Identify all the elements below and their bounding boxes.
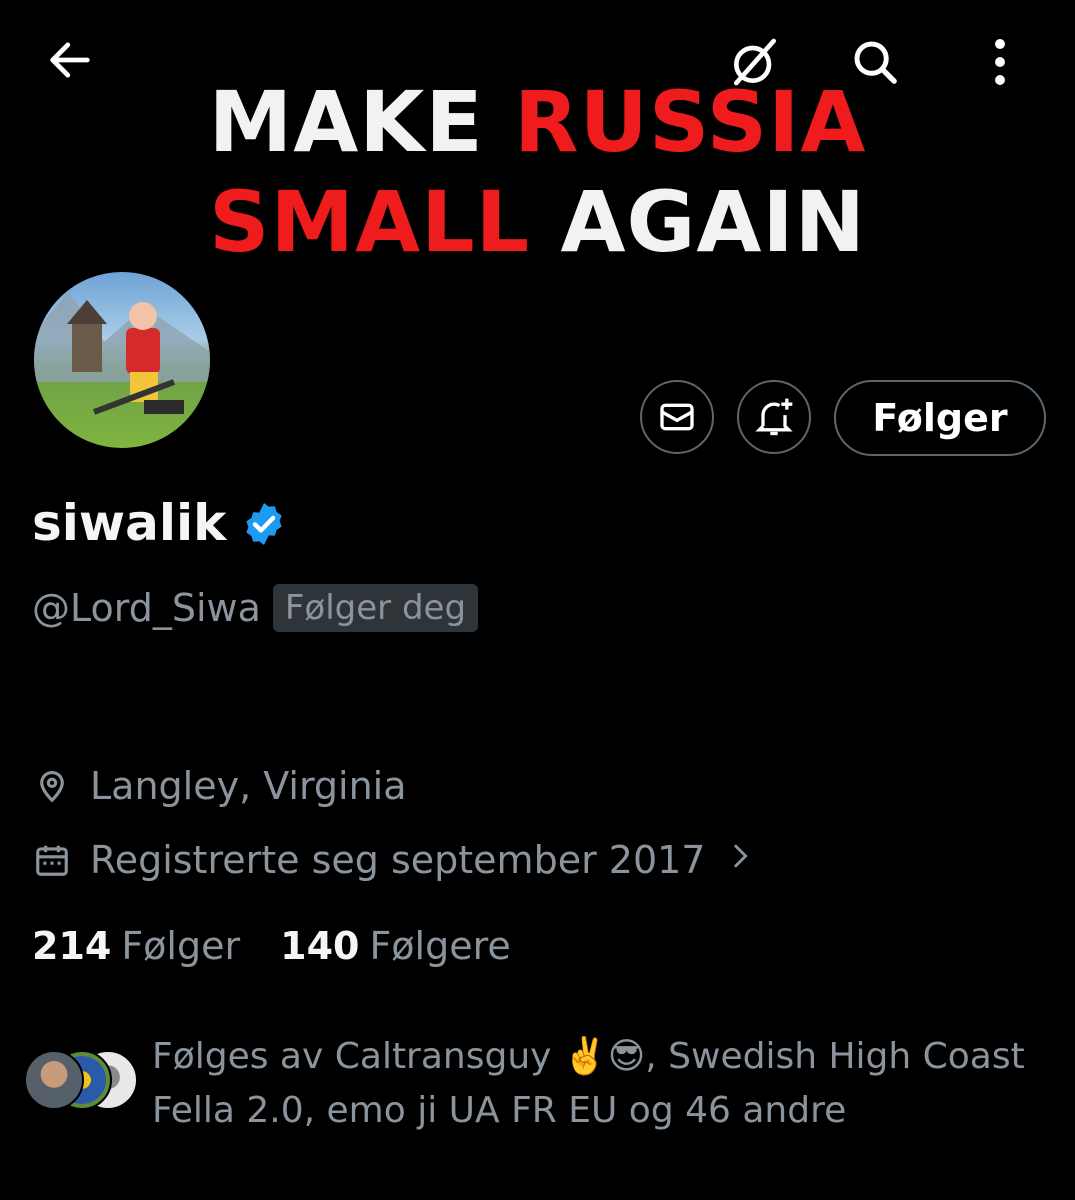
- banner-word-small: SMALL: [209, 173, 531, 271]
- banner-word-again: AGAIN: [560, 173, 866, 271]
- notifications-button[interactable]: [737, 380, 811, 454]
- follower-avatar: [24, 1050, 84, 1110]
- banner-word-russia: RUSSIA: [513, 73, 867, 171]
- grok-button[interactable]: [725, 32, 785, 92]
- banner-word-make: MAKE: [208, 73, 484, 171]
- followers-count[interactable]: 140 Følgere: [280, 924, 511, 968]
- following-label: Følger: [121, 924, 241, 968]
- followers-label: Følgere: [369, 924, 511, 968]
- calendar-icon: [32, 840, 72, 880]
- verified-badge-icon[interactable]: [240, 500, 288, 552]
- followed-by-row[interactable]: Følges av Caltransguy ✌️😎, Swedish High …: [22, 1030, 1062, 1140]
- follows-you-badge: Følger deg: [272, 584, 479, 632]
- envelope-icon: [660, 403, 694, 431]
- grok-icon: [734, 38, 776, 86]
- chevron-right-icon: [727, 838, 753, 882]
- following-button[interactable]: Følger: [834, 380, 1046, 456]
- following-number: 214: [32, 924, 112, 968]
- bell-plus-icon: [755, 398, 793, 436]
- profile-banner[interactable]: MAKE RUSSIA SMALL AGAIN: [0, 0, 1075, 275]
- followed-by-text: Følges av Caltransguy ✌️😎, Swedish High …: [152, 1036, 1025, 1131]
- location-row: Langley, Virginia: [32, 764, 407, 808]
- arrow-left-icon: [50, 42, 90, 78]
- following-count[interactable]: 214 Følger: [32, 924, 240, 968]
- banner-line-1: MAKE RUSSIA: [0, 80, 1075, 164]
- handle-row: @Lord_Siwa Følger deg: [32, 584, 479, 632]
- joined-row[interactable]: Registrerte seg september 2017: [32, 838, 753, 882]
- more-vertical-icon: [995, 39, 1005, 85]
- user-handle: @Lord_Siwa: [32, 586, 261, 630]
- location-text: Langley, Virginia: [90, 764, 407, 808]
- search-button[interactable]: [845, 32, 905, 92]
- follow-counts: 214 Følger 140 Følgere: [32, 924, 551, 968]
- more-options-button[interactable]: [970, 32, 1030, 92]
- search-icon: [854, 41, 897, 84]
- display-name: siwalik: [32, 494, 227, 552]
- name-row: siwalik: [32, 494, 288, 552]
- avatar-image: [34, 292, 210, 415]
- joined-text: Registrerte seg september 2017: [90, 838, 706, 882]
- back-button[interactable]: [40, 30, 100, 90]
- message-button[interactable]: [640, 380, 714, 454]
- banner-line-2: SMALL AGAIN: [0, 180, 1075, 264]
- location-pin-icon: [32, 766, 72, 806]
- followers-number: 140: [280, 924, 360, 968]
- avatar[interactable]: [30, 268, 214, 452]
